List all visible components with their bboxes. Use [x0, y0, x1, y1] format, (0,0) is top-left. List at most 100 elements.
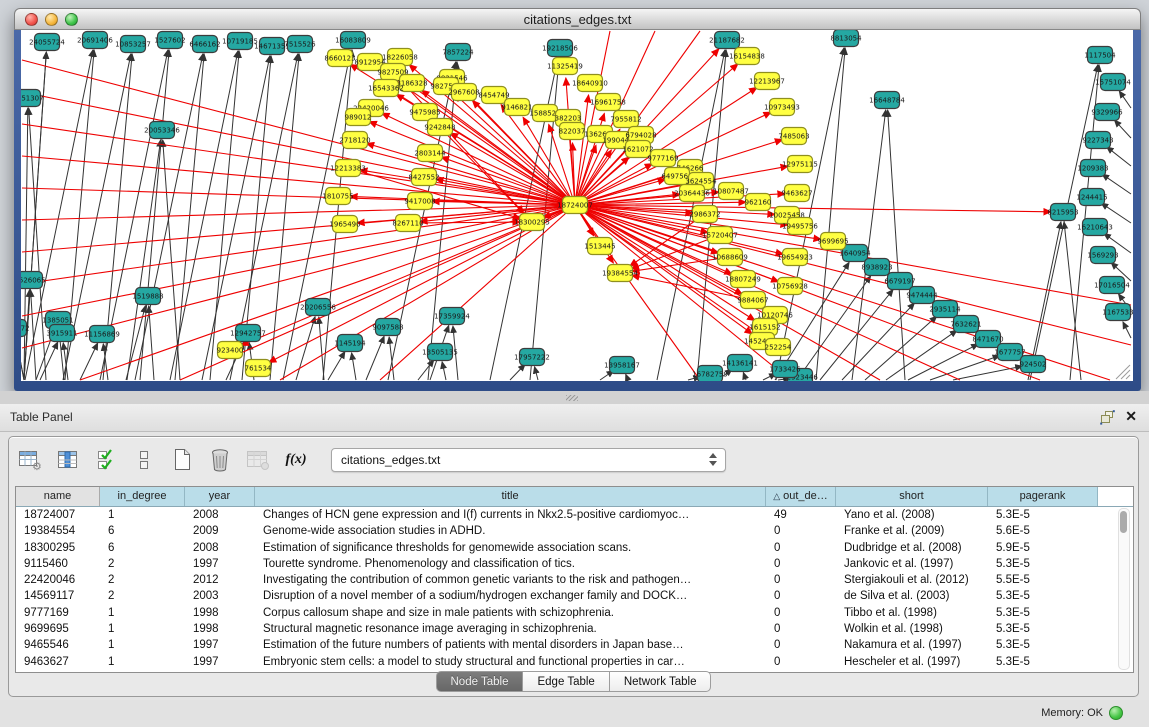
float-panel-button[interactable]	[1100, 410, 1115, 425]
function-builder-button[interactable]: f(x)	[283, 447, 309, 473]
network-node[interactable]: 7857224	[442, 44, 474, 61]
network-node[interactable]: 1733426	[769, 361, 801, 378]
network-node[interactable]: 1569293	[1087, 247, 1118, 264]
row-boxes-button[interactable]	[131, 447, 157, 473]
network-node[interactable]: 20053346	[144, 122, 180, 139]
scrollbar-thumb[interactable]	[1120, 511, 1127, 533]
table-row[interactable]: 911546021997Tourette syndrome. Phenomeno…	[16, 556, 1133, 572]
network-node[interactable]: 13505135	[422, 344, 458, 361]
network-node[interactable]: 12213967	[749, 73, 785, 90]
delete-column-button[interactable]	[207, 447, 233, 473]
column-header-short[interactable]: short	[836, 487, 988, 506]
table-row[interactable]: 946554611997Estimation of the future num…	[16, 637, 1133, 653]
table-row[interactable]: 1456911722003Disruption of a novel membe…	[16, 588, 1133, 604]
network-node[interactable]: 17359924	[434, 308, 470, 325]
tab-edge-table[interactable]: Edge Table	[523, 671, 609, 692]
memory-status-indicator[interactable]	[1109, 706, 1123, 720]
network-node[interactable]: 1527602	[154, 32, 185, 49]
network-node[interactable]: 8267110	[392, 215, 423, 232]
column-header-year[interactable]: year	[185, 487, 255, 506]
network-node[interactable]: 2051307	[21, 90, 44, 107]
network-node[interactable]: 9417008	[404, 193, 435, 210]
table-row[interactable]: 1938455462009Genome-wide association stu…	[16, 523, 1133, 539]
network-node[interactable]: 924502	[1020, 356, 1047, 373]
network-node[interactable]: 1117504	[1084, 47, 1116, 64]
network-node[interactable]: 18724007	[557, 197, 593, 214]
network-node[interactable]: 1965490	[329, 216, 360, 233]
network-node[interactable]: 11156869	[84, 326, 120, 343]
network-node[interactable]: 12942757	[230, 325, 266, 342]
network-node[interactable]: 2986372	[689, 206, 720, 223]
network-node[interactable]: 6466162	[189, 36, 220, 53]
network-node[interactable]: 1244415	[1076, 189, 1107, 206]
network-node[interactable]: 9777169	[647, 150, 678, 167]
column-header-name[interactable]: name	[16, 487, 100, 506]
network-node[interactable]: 7515526	[284, 36, 316, 53]
network-node[interactable]: 989012	[345, 109, 372, 126]
network-node[interactable]: 2935114	[929, 301, 961, 318]
network-node[interactable]: 19384554	[602, 265, 638, 282]
network-node[interactable]: 17016504	[1094, 277, 1130, 294]
table-row[interactable]: 2242004622012Investigating the contribut…	[16, 572, 1133, 588]
table-row[interactable]: 1830029562008Estimation of significance …	[16, 540, 1133, 556]
network-node[interactable]: 2967608	[448, 84, 479, 101]
network-node[interactable]: 8427552	[408, 169, 439, 186]
close-panel-button[interactable]: ✕	[1125, 408, 1137, 425]
network-node[interactable]: 15720407	[702, 227, 738, 244]
network-node[interactable]: 3915911	[46, 325, 77, 342]
network-node[interactable]: 9242848	[424, 119, 455, 136]
table-row[interactable]: 1872400712008Changes of HCN gene express…	[16, 507, 1133, 523]
network-node[interactable]: 923400	[217, 342, 244, 359]
network-node[interactable]: 19654923	[777, 249, 813, 266]
network-node[interactable]: 9699695	[817, 233, 848, 250]
network-node[interactable]: 11325419	[547, 58, 583, 75]
network-node[interactable]: 12975115	[782, 156, 818, 173]
network-node[interactable]: 9474444	[906, 287, 938, 304]
network-node[interactable]: 8215953	[1047, 204, 1078, 221]
network-node[interactable]: 1513445	[584, 238, 615, 255]
network-node[interactable]: 16782759	[692, 366, 728, 382]
network-node[interactable]: 8813054	[830, 30, 862, 47]
delete-table-button[interactable]	[245, 447, 271, 473]
network-node[interactable]: 1145194	[334, 335, 366, 352]
network-node[interactable]: 12213383	[330, 160, 366, 177]
network-node[interactable]: 9146821	[501, 99, 532, 116]
network-node[interactable]: 20691406	[77, 32, 113, 49]
tab-node-table[interactable]: Node Table	[436, 671, 524, 692]
network-window-titlebar[interactable]: citations_edges.txt	[14, 8, 1141, 30]
table-selector-dropdown[interactable]: citations_edges.txt	[331, 448, 726, 472]
network-node[interactable]: 1810755	[322, 188, 353, 205]
network-node[interactable]: 21187682	[709, 32, 745, 49]
table-row[interactable]: 977716911998Corpus callosum shape and si…	[16, 605, 1133, 621]
network-node[interactable]: 2526065	[21, 272, 46, 289]
column-header-in_degree[interactable]: in_degree	[100, 487, 185, 506]
new-column-button[interactable]	[169, 447, 195, 473]
network-node[interactable]: 16543362	[368, 80, 404, 97]
select-rows-button[interactable]	[93, 447, 119, 473]
column-header-out_de[interactable]: △out_de…	[766, 487, 836, 506]
network-node[interactable]: 13958167	[604, 357, 640, 374]
network-node[interactable]: 7632621	[950, 316, 981, 333]
tab-network-table[interactable]: Network Table	[610, 671, 712, 692]
network-node[interactable]: 822037	[559, 123, 586, 140]
column-header-title[interactable]: title	[255, 487, 766, 506]
network-node[interactable]: 19495756	[782, 218, 818, 235]
network-node[interactable]: 9329966	[1091, 104, 1123, 121]
network-node[interactable]: 10756928	[772, 278, 808, 295]
network-node[interactable]: 19218506	[542, 40, 578, 57]
network-node[interactable]: 9227343	[1082, 132, 1113, 149]
network-node[interactable]: 10719185	[222, 33, 258, 50]
table-row[interactable]: 969969511998Structural magnetic resonanc…	[16, 621, 1133, 637]
network-node[interactable]: 8938923	[861, 259, 892, 276]
network-node[interactable]: 2803144	[414, 145, 446, 162]
column-header-pagerank[interactable]: pagerank	[988, 487, 1098, 506]
table-row[interactable]: 946362711997Embryonic stem cells: a mode…	[16, 654, 1133, 670]
network-node[interactable]: 10973493	[764, 99, 800, 116]
network-node[interactable]: 1209383	[1077, 160, 1108, 177]
network-node[interactable]: 24055724	[29, 34, 65, 51]
network-node[interactable]: 1167533	[1102, 304, 1133, 321]
network-node[interactable]: 16154838	[729, 48, 765, 65]
network-node[interactable]: 9097588	[372, 319, 403, 336]
network-node[interactable]: 16210643	[1077, 219, 1113, 236]
network-node[interactable]: 16961758	[590, 94, 626, 111]
